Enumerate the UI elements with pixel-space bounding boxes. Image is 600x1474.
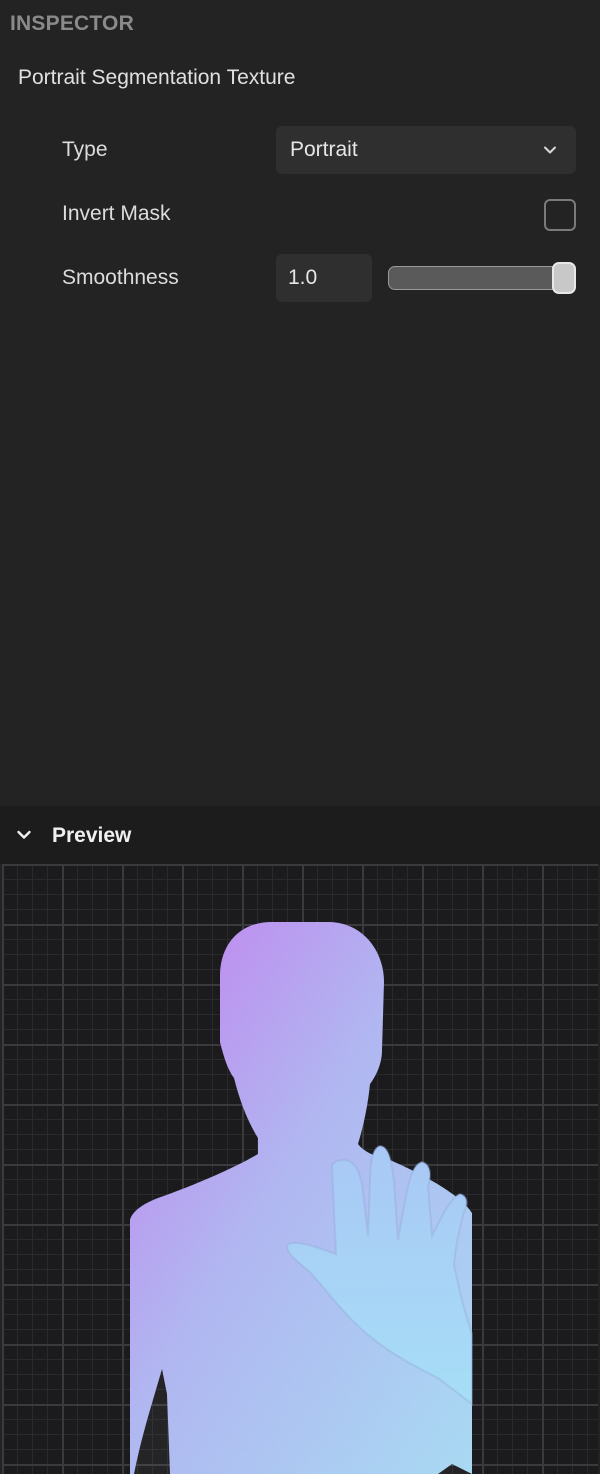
- type-label: Type: [62, 138, 108, 161]
- invert-mask-label: Invert Mask: [62, 202, 171, 225]
- smoothness-input[interactable]: 1.0: [276, 254, 372, 302]
- type-dropdown[interactable]: Portrait: [276, 126, 576, 174]
- preview-canvas: [2, 864, 598, 1474]
- preview-header[interactable]: Preview: [0, 806, 600, 864]
- panel-title: INSPECTOR: [10, 12, 134, 35]
- preview-label: Preview: [52, 824, 132, 847]
- smoothness-label: Smoothness: [62, 266, 179, 289]
- smoothness-slider-thumb[interactable]: [552, 262, 576, 294]
- type-dropdown-value: Portrait: [290, 138, 358, 161]
- portrait-silhouette: [130, 922, 473, 1474]
- smoothness-slider-track[interactable]: [388, 266, 568, 290]
- smoothness-value: 1.0: [288, 266, 318, 289]
- chevron-down-icon: [544, 146, 556, 154]
- section-title: Portrait Segmentation Texture: [18, 66, 296, 89]
- invert-mask-checkbox[interactable]: [544, 199, 576, 231]
- chevron-down-icon: [17, 830, 31, 839]
